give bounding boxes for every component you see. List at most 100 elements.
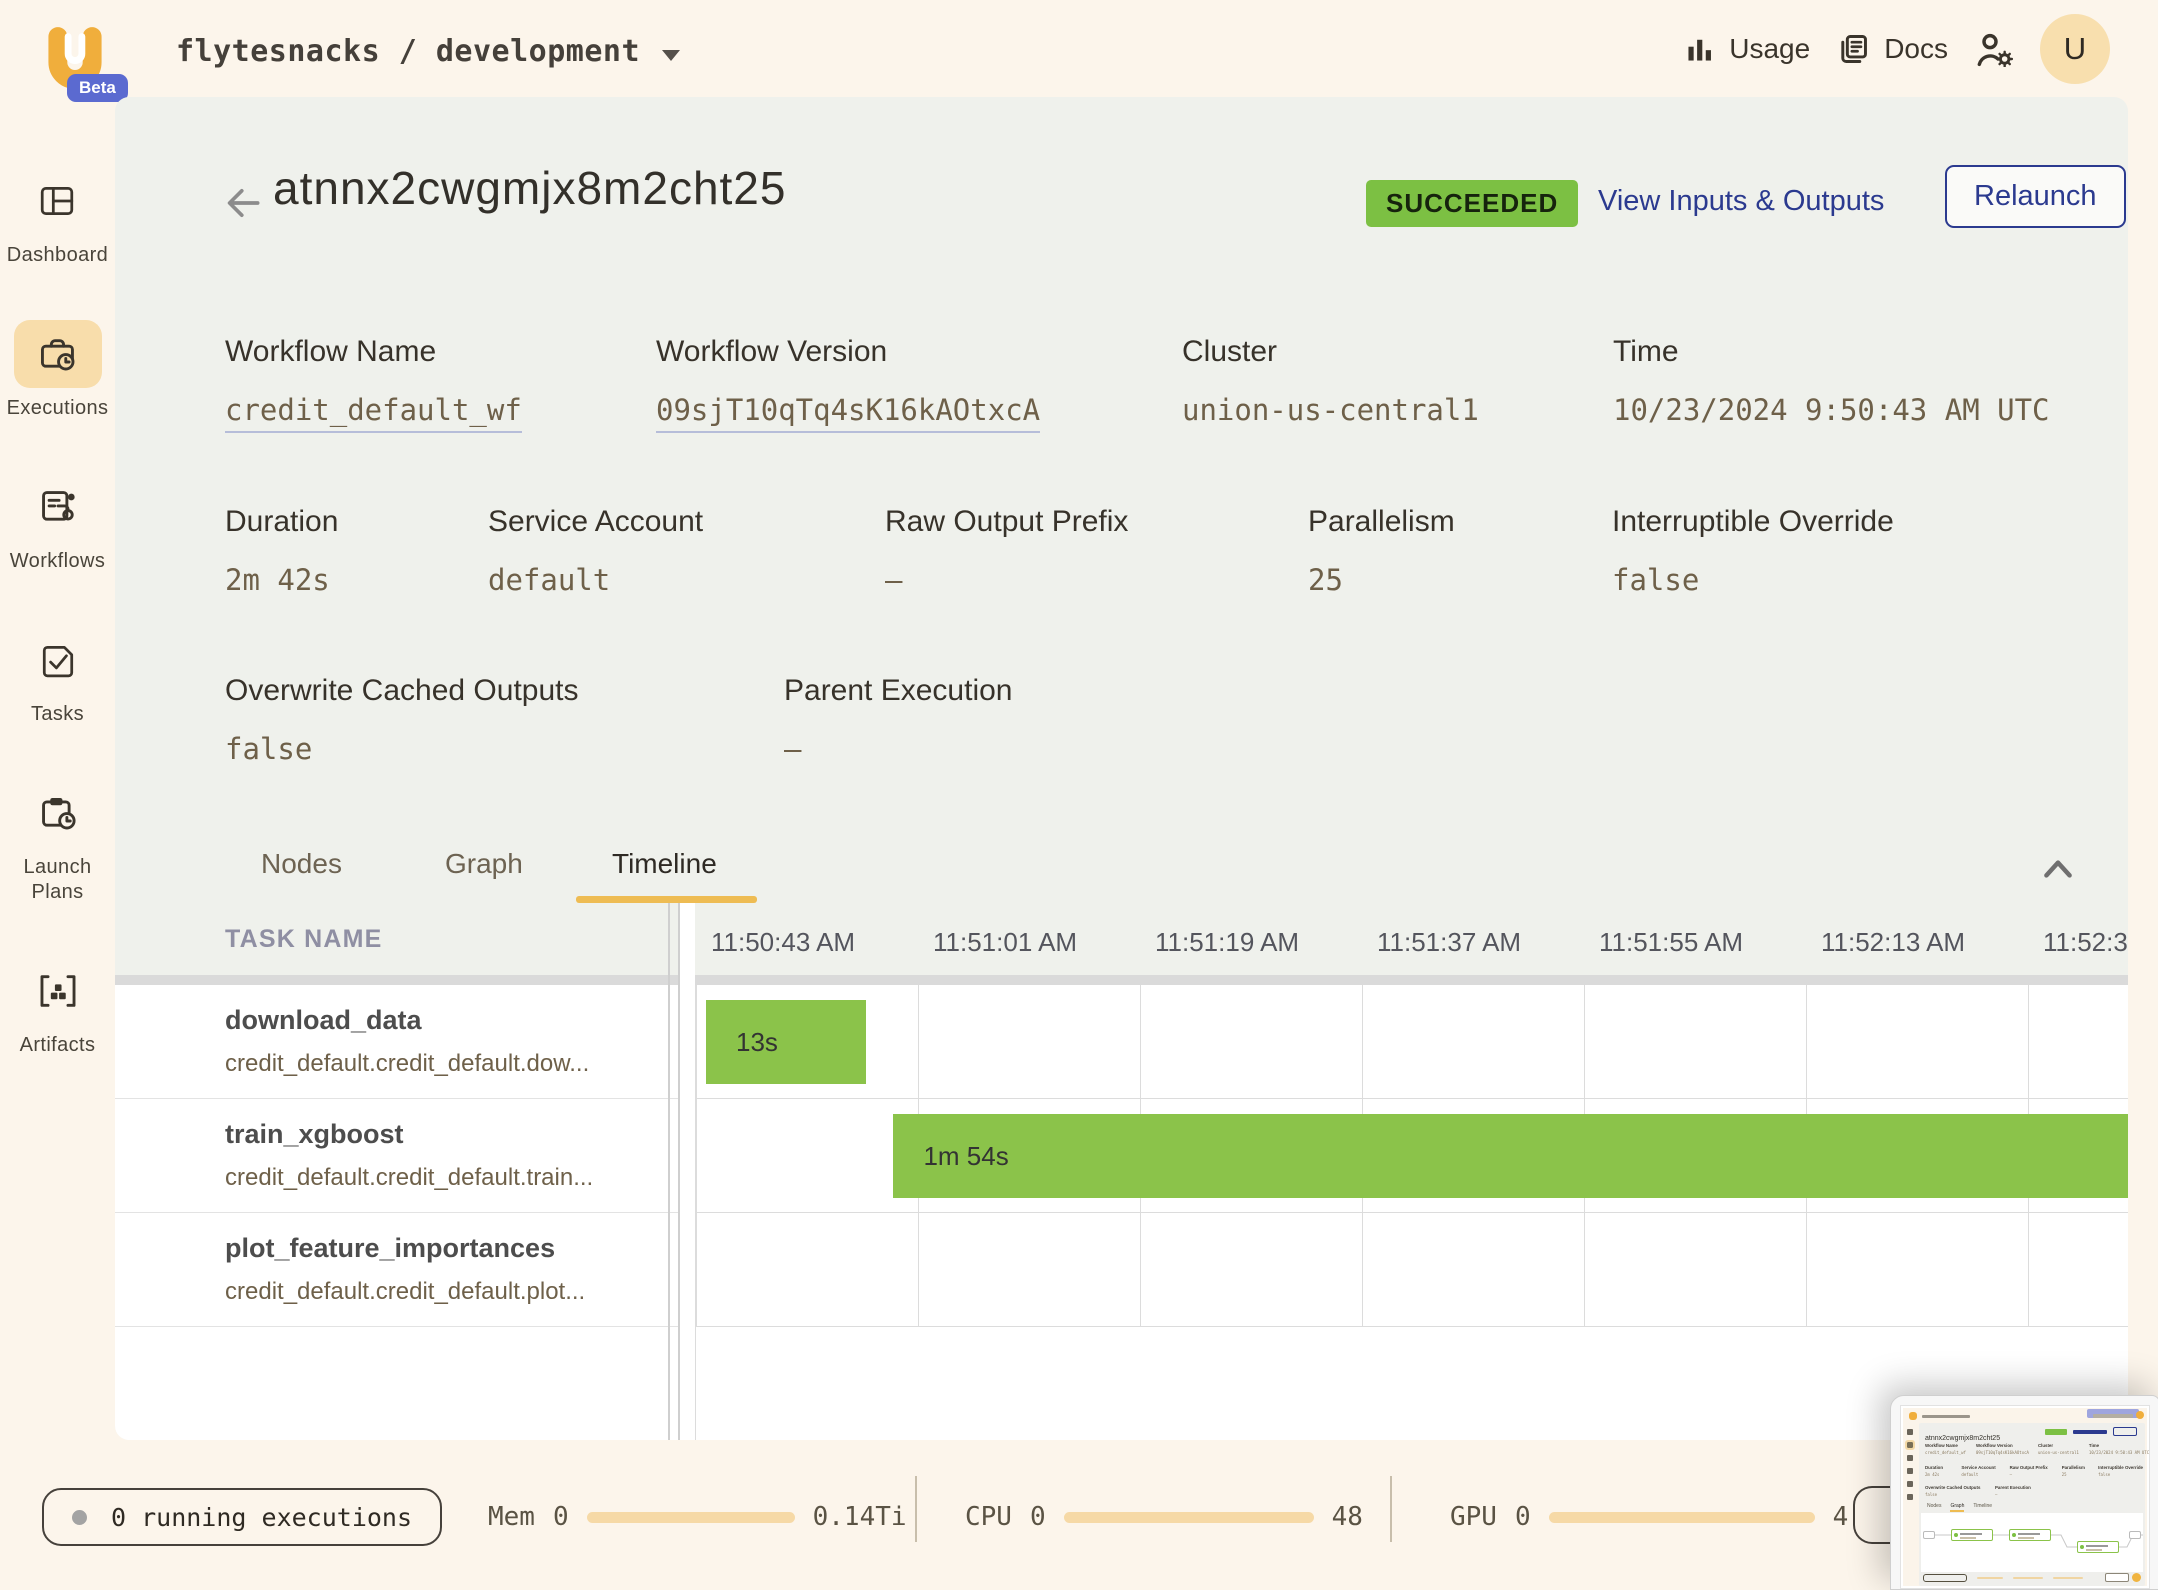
chevron-down-icon bbox=[662, 50, 680, 61]
avatar[interactable]: U bbox=[2040, 14, 2110, 84]
thumbnail-graph bbox=[1921, 1513, 2143, 1572]
gpu-meter: GPU 0 4 bbox=[1450, 1502, 1848, 1532]
metadata-value: – bbox=[885, 563, 1308, 597]
sidebar-item-label: Launch Plans bbox=[0, 855, 115, 905]
metadata-item: Workflow Version 09sjT10qTq4sK16kAOtxcA bbox=[656, 335, 1182, 427]
metadata-value: false bbox=[1612, 563, 1894, 597]
metadata-item: Service Account default bbox=[488, 505, 885, 597]
tab-graph[interactable]: Graph bbox=[445, 848, 523, 880]
task-row[interactable]: plot_feature_importances credit_default.… bbox=[115, 1213, 695, 1327]
tasks-icon bbox=[39, 642, 77, 678]
gantt-bar-train-xgboost[interactable]: 1m 54s bbox=[893, 1114, 2128, 1198]
sidebar-item-workflows[interactable]: Workflows bbox=[10, 473, 105, 574]
task-id: credit_default.credit_default.plot... bbox=[225, 1278, 695, 1306]
thumbnail-footer bbox=[1921, 1573, 2143, 1584]
timeline-scrollbar[interactable] bbox=[115, 975, 2128, 985]
gantt-row bbox=[696, 1213, 2128, 1327]
sidebar-item-tasks[interactable]: Tasks bbox=[14, 626, 102, 727]
sidebar-item-label: Dashboard bbox=[7, 243, 108, 268]
task-row[interactable]: train_xgboost credit_default.credit_defa… bbox=[115, 1099, 695, 1213]
time-tick: 11:51:19 AM bbox=[1155, 927, 1299, 958]
launch-plans-icon bbox=[38, 794, 78, 832]
tab-nodes[interactable]: Nodes bbox=[261, 848, 342, 880]
sidebar-item-launch-plans[interactable]: Launch Plans bbox=[0, 779, 115, 905]
breadcrumb[interactable]: flytesnacks / development bbox=[176, 34, 680, 69]
time-tick: 11:50:43 AM bbox=[711, 927, 855, 958]
mem-meter: Mem 0 0.14Ti bbox=[488, 1502, 907, 1532]
time-tick: 11:52:31 AM bbox=[2043, 927, 2128, 958]
chevron-up-icon[interactable] bbox=[2040, 854, 2076, 884]
meter-label: Mem bbox=[488, 1502, 535, 1532]
sidebar-item-dashboard[interactable]: Dashboard bbox=[7, 167, 108, 268]
dashboard-icon bbox=[38, 183, 76, 219]
running-executions-label: 0 running executions bbox=[111, 1503, 412, 1532]
metadata-item: Interruptible Override false bbox=[1612, 505, 1894, 597]
metadata-label: Workflow Name bbox=[225, 335, 656, 369]
tab-timeline[interactable]: Timeline bbox=[612, 848, 717, 880]
status-badge: SUCCEEDED bbox=[1366, 180, 1578, 227]
sidebar-item-label: Executions bbox=[7, 396, 109, 421]
task-row[interactable]: download_data credit_default.credit_defa… bbox=[115, 985, 695, 1099]
gantt-bar-download-data[interactable]: 13s bbox=[706, 1000, 866, 1084]
sidebar-item-artifacts[interactable]: Artifacts bbox=[14, 957, 102, 1058]
task-name-column-header: TASK NAME bbox=[225, 925, 383, 954]
metadata-row: Overwrite Cached Outputs false Parent Ex… bbox=[225, 674, 1012, 766]
thumbnail-breadcrumb bbox=[1922, 1415, 1970, 1418]
bar-duration-label: 1m 54s bbox=[893, 1141, 1008, 1172]
cpu-meter: CPU 0 48 bbox=[965, 1502, 1363, 1532]
back-arrow-icon[interactable] bbox=[221, 181, 265, 225]
metadata-label: Cluster bbox=[1182, 335, 1613, 369]
metadata-label: Overwrite Cached Outputs bbox=[225, 674, 784, 708]
metadata-item: Time 10/23/2024 9:50:43 AM UTC bbox=[1613, 335, 2050, 427]
view-inputs-outputs-link[interactable]: View Inputs & Outputs bbox=[1598, 185, 1884, 218]
docs-button[interactable]: Docs bbox=[1836, 32, 1948, 66]
bar-chart-icon bbox=[1685, 34, 1715, 64]
thumbnail-relaunch-button bbox=[2113, 1427, 2137, 1436]
metadata-value: false bbox=[225, 732, 784, 766]
task-name: download_data bbox=[225, 1005, 695, 1036]
metadata-label: Workflow Version bbox=[656, 335, 1182, 369]
usage-button[interactable]: Usage bbox=[1685, 33, 1810, 65]
page-title: atnnx2cwgmjx8m2cht25 bbox=[273, 161, 786, 215]
metadata-value-link[interactable]: 09sjT10qTq4sK16kAOtxcA bbox=[656, 393, 1182, 427]
metadata-label: Service Account bbox=[488, 505, 885, 539]
thumbnail-topbar-icons bbox=[2093, 1414, 2133, 1418]
meter-max: 4 bbox=[1833, 1502, 1849, 1532]
time-tick: 11:51:55 AM bbox=[1599, 927, 1743, 958]
meter-min: 0 bbox=[1515, 1502, 1531, 1532]
timeline-section: TASK NAME 11:50:43 AM 11:51:01 AM 11:51:… bbox=[115, 903, 2128, 1440]
metadata-value-link[interactable]: credit_default_wf bbox=[225, 393, 656, 427]
screenshare-thumbnail[interactable]: atnnx2cwgmjx8m2cht25 Workflow Namecredit… bbox=[1890, 1395, 2158, 1590]
meter-min: 0 bbox=[1030, 1502, 1046, 1532]
relaunch-button[interactable]: Relaunch bbox=[1945, 165, 2126, 228]
time-tick: 11:52:13 AM bbox=[1821, 927, 1965, 958]
meter-label: CPU bbox=[965, 1502, 1012, 1532]
user-settings-icon[interactable] bbox=[1974, 31, 2014, 67]
topbar: Beta flytesnacks / development Usage Doc… bbox=[0, 0, 2158, 97]
tab-bar: Nodes Graph Timeline bbox=[115, 832, 2128, 903]
thumbnail-main: atnnx2cwgmjx8m2cht25 Workflow Namecredit… bbox=[1919, 1423, 2145, 1586]
sidebar-item-label: Artifacts bbox=[20, 1033, 96, 1058]
running-executions-pill[interactable]: 0 running executions bbox=[42, 1488, 442, 1546]
active-tab-indicator bbox=[576, 896, 757, 903]
thumbnail-io-link bbox=[2073, 1430, 2107, 1434]
task-id: credit_default.credit_default.train... bbox=[225, 1164, 695, 1192]
metadata-item: Parent Execution – bbox=[784, 674, 1012, 766]
metadata-label: Parallelism bbox=[1308, 505, 1612, 539]
metadata-item: Workflow Name credit_default_wf bbox=[225, 335, 656, 427]
time-tick: 11:51:01 AM bbox=[933, 927, 1077, 958]
sidebar-item-executions[interactable]: Executions bbox=[7, 320, 109, 421]
column-divider[interactable] bbox=[680, 903, 695, 1440]
thumbnail-price-pill bbox=[2105, 1573, 2129, 1582]
meter-max: 48 bbox=[1332, 1502, 1363, 1532]
workflows-icon bbox=[38, 488, 78, 526]
divider bbox=[1390, 1476, 1392, 1542]
metadata-value: union-us-central1 bbox=[1182, 393, 1613, 427]
timeline-header: TASK NAME 11:50:43 AM 11:51:01 AM 11:51:… bbox=[115, 903, 2128, 975]
metadata-label: Duration bbox=[225, 505, 488, 539]
time-tick: 11:51:37 AM bbox=[1377, 927, 1521, 958]
meter-track bbox=[1549, 1512, 1815, 1523]
metadata-item: Overwrite Cached Outputs false bbox=[225, 674, 784, 766]
thumbnail-mini-app: atnnx2cwgmjx8m2cht25 Workflow Namecredit… bbox=[1903, 1408, 2147, 1586]
metadata-value: – bbox=[784, 732, 1012, 766]
